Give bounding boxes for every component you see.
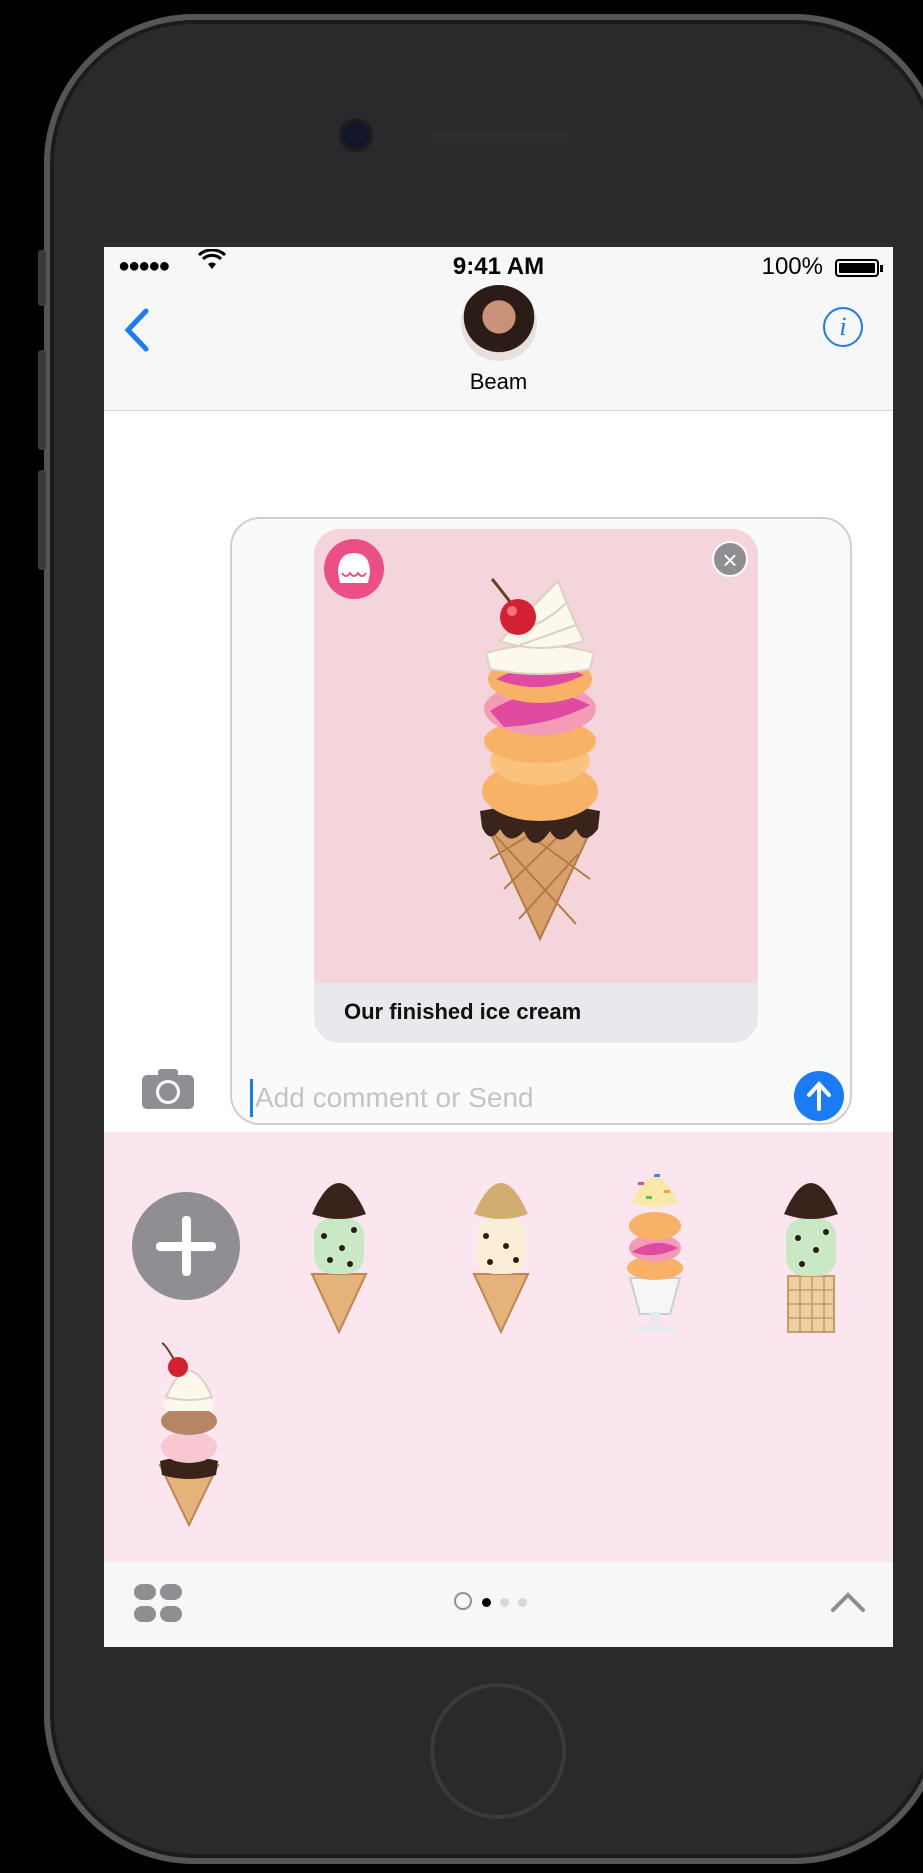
status-bar: ●●●●● 9:41 AM 100% xyxy=(104,247,893,287)
card-caption-bar: Our finished ice cream xyxy=(314,983,758,1043)
mute-switch xyxy=(38,250,46,306)
comment-input[interactable] xyxy=(250,1079,777,1117)
page-dot[interactable] xyxy=(500,1598,509,1607)
chevron-left-icon xyxy=(124,308,149,352)
info-icon: i xyxy=(839,312,847,341)
page-dot-active[interactable] xyxy=(482,1598,491,1607)
remove-attachment-button[interactable]: × xyxy=(712,541,748,577)
plus-icon[interactable] xyxy=(132,1192,240,1300)
earpiece-speaker xyxy=(430,130,570,144)
contact-name[interactable]: Beam xyxy=(104,369,893,395)
arrow-up-icon xyxy=(807,1081,831,1111)
front-camera xyxy=(343,122,369,148)
app-drawer-icon[interactable] xyxy=(134,1584,182,1622)
message-card[interactable]: × Our finished ice cream xyxy=(314,529,758,1043)
home-button[interactable] xyxy=(430,1683,566,1819)
page-indicator[interactable] xyxy=(454,1592,554,1612)
back-button[interactable] xyxy=(122,307,162,357)
battery-icon xyxy=(835,259,883,277)
camera-icon xyxy=(142,1069,194,1109)
sticker-neapolitan-cone[interactable] xyxy=(154,1337,224,1527)
messages-screen: ●●●●● 9:41 AM 100% Beam i × Our finished… xyxy=(104,247,893,1647)
volume-up-button xyxy=(38,350,46,450)
conversation-header: ●●●●● 9:41 AM 100% Beam i xyxy=(104,247,893,411)
camera-button[interactable] xyxy=(140,1067,196,1111)
contact-avatar[interactable] xyxy=(461,285,537,361)
sticker-rainbow-sprinkles-sundae[interactable] xyxy=(620,1156,690,1336)
page-dot[interactable] xyxy=(518,1598,527,1607)
sticker-mint-chocolate-chip-cone[interactable] xyxy=(304,1156,374,1336)
send-button[interactable] xyxy=(794,1071,844,1121)
sticker-drawer xyxy=(104,1132,893,1562)
info-button[interactable]: i xyxy=(823,307,863,347)
recents-clock-icon[interactable] xyxy=(454,1592,472,1610)
sticker-cookie-dough-cone[interactable] xyxy=(466,1156,536,1336)
app-icon xyxy=(324,539,384,599)
sticker-mint-chip-waffle-cone[interactable] xyxy=(776,1156,846,1336)
app-toolbar xyxy=(104,1562,893,1647)
chevron-up-icon[interactable] xyxy=(829,1586,867,1616)
battery-percentage: 100% xyxy=(761,253,823,280)
ice-cream-preview: × xyxy=(314,529,758,983)
card-caption: Our finished ice cream xyxy=(344,999,582,1024)
close-icon: × xyxy=(722,545,738,575)
volume-down-button xyxy=(38,470,46,570)
